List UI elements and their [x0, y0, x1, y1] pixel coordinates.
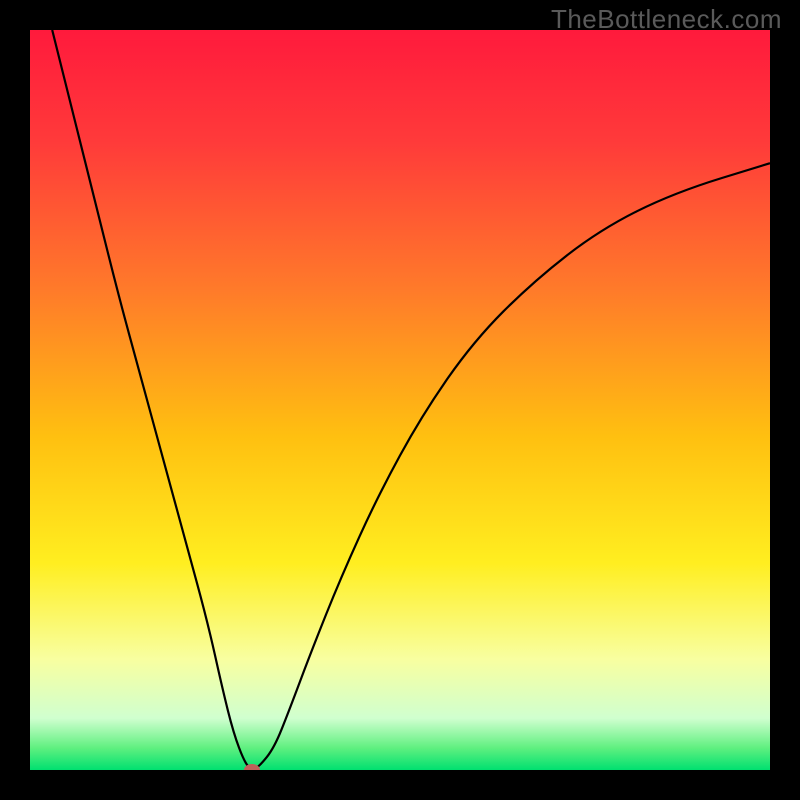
watermark-text: TheBottleneck.com — [551, 4, 782, 35]
bottleneck-chart — [30, 30, 770, 770]
chart-plot-area — [30, 30, 770, 770]
gradient-background — [30, 30, 770, 770]
